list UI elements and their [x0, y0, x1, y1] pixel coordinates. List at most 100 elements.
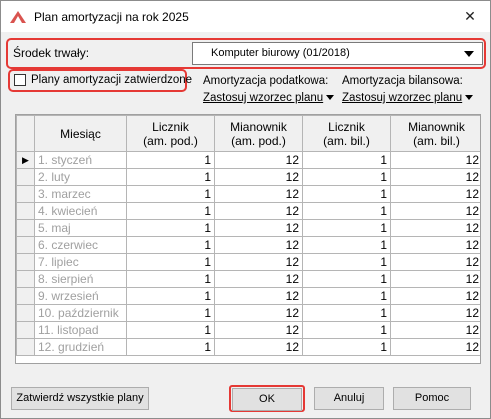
den-tax-cell[interactable]: 12 [214, 236, 303, 254]
den-bal-cell[interactable]: 12 [390, 287, 480, 305]
row-indicator [16, 304, 35, 322]
table-row[interactable]: 6. czerwiec 1 12 1 12 [16, 236, 480, 254]
plan-grid[interactable]: Miesiąc Licznik (am. pod.) Mianownik (am. … [15, 114, 481, 364]
den-bal-cell[interactable]: 12 [390, 270, 480, 288]
num-bal-cell[interactable]: 1 [302, 338, 391, 356]
month-cell[interactable]: 9. wrzesień [34, 287, 127, 305]
den-bal-cell[interactable]: 12 [390, 151, 480, 169]
window-title: Plan amortyzacji na rok 2025 [34, 10, 189, 24]
month-cell[interactable]: 4. kwiecień [34, 202, 127, 220]
balance-apply-template-link[interactable]: Zastosuj wzorzec planu [342, 92, 474, 104]
num-tax-cell[interactable]: 1 [126, 321, 215, 339]
num-tax-header[interactable]: Licznik (am. pod.) [126, 115, 215, 152]
tax-apply-template-link[interactable]: Zastosuj wzorzec planu [203, 92, 335, 104]
asset-select[interactable]: Komputer biurowy (01/2018) [192, 42, 483, 65]
den-bal-cell[interactable]: 12 [390, 304, 480, 322]
num-bal-cell[interactable]: 1 [302, 202, 391, 220]
month-header[interactable]: Miesiąc [34, 115, 127, 152]
ok-button[interactable]: OK [232, 388, 302, 411]
den-tax-header[interactable]: Mianownik (am. pod.) [214, 115, 303, 152]
num-tax-cell[interactable]: 1 [126, 219, 215, 237]
num-bal-cell[interactable]: 1 [302, 168, 391, 186]
num-bal-cell[interactable]: 1 [302, 253, 391, 271]
num-tax-cell[interactable]: 1 [126, 253, 215, 271]
cancel-button[interactable]: Anuluj [314, 387, 384, 410]
tax-amortization-label: Amortyzacja podatkowa: [203, 75, 329, 87]
den-tax-cell[interactable]: 12 [214, 270, 303, 288]
num-tax-cell[interactable]: 1 [126, 236, 215, 254]
den-tax-cell[interactable]: 12 [214, 338, 303, 356]
month-cell[interactable]: 12. grudzień [34, 338, 127, 356]
num-bal-cell[interactable]: 1 [302, 304, 391, 322]
den-bal-cell[interactable]: 12 [390, 219, 480, 237]
den-bal-cell[interactable]: 12 [390, 321, 480, 339]
num-bal-cell[interactable]: 1 [302, 219, 391, 237]
close-button[interactable]: ✕ [456, 3, 484, 29]
table-row[interactable]: 8. sierpień 1 12 1 12 [16, 270, 480, 288]
month-cell[interactable]: 11. listopad [34, 321, 127, 339]
table-row[interactable]: 3. marzec 1 12 1 12 [16, 185, 480, 203]
month-cell[interactable]: 3. marzec [34, 185, 127, 203]
den-tax-cell[interactable]: 12 [214, 321, 303, 339]
plan-table: Miesiąc Licznik (am. pod.) Mianownik (am. … [16, 115, 480, 356]
month-cell[interactable]: 6. czerwiec [34, 236, 127, 254]
month-cell[interactable]: 8. sierpień [34, 270, 127, 288]
num-tax-cell[interactable]: 1 [126, 304, 215, 322]
num-tax-cell[interactable]: 1 [126, 338, 215, 356]
row-indicator [16, 253, 35, 271]
den-tax-cell[interactable]: 12 [214, 253, 303, 271]
month-cell[interactable]: 7. lipiec [34, 253, 127, 271]
num-bal-cell[interactable]: 1 [302, 185, 391, 203]
table-row[interactable]: 12. grudzień 1 12 1 12 [16, 338, 480, 356]
den-bal-header[interactable]: Mianownik (am. bil.) [390, 115, 480, 152]
num-bal-cell[interactable]: 1 [302, 151, 391, 169]
month-cell[interactable]: 5. maj [34, 219, 127, 237]
table-row[interactable]: 5. maj 1 12 1 12 [16, 219, 480, 237]
month-cell[interactable]: 10. październik [34, 304, 127, 322]
tax-apply-template-text: Zastosuj wzorzec planu [203, 92, 324, 104]
row-indicator [16, 270, 35, 288]
table-row[interactable]: 11. listopad 1 12 1 12 [16, 321, 480, 339]
den-bal-cell[interactable]: 12 [390, 236, 480, 254]
den-tax-cell[interactable]: 12 [214, 219, 303, 237]
num-bal-cell[interactable]: 1 [302, 287, 391, 305]
approved-label[interactable]: Plany amortyzacji zatwierdzone [31, 74, 192, 86]
num-bal-cell[interactable]: 1 [302, 236, 391, 254]
den-bal-cell[interactable]: 12 [390, 202, 480, 220]
den-bal-cell[interactable]: 12 [390, 253, 480, 271]
month-cell[interactable]: 2. luty [34, 168, 127, 186]
table-row[interactable]: 10. październik 1 12 1 12 [16, 304, 480, 322]
den-tax-cell[interactable]: 12 [214, 168, 303, 186]
balance-amortization-label: Amortyzacja bilansowa: [342, 75, 463, 87]
den-bal-cell[interactable]: 12 [390, 338, 480, 356]
app-logo-icon [9, 9, 27, 25]
num-tax-cell[interactable]: 1 [126, 151, 215, 169]
num-bal-cell[interactable]: 1 [302, 270, 391, 288]
den-tax-cell[interactable]: 12 [214, 185, 303, 203]
den-bal-cell[interactable]: 12 [390, 185, 480, 203]
num-tax-cell[interactable]: 1 [126, 287, 215, 305]
den-tax-cell[interactable]: 12 [214, 304, 303, 322]
row-indicator: ▶ [16, 151, 35, 169]
table-row[interactable]: 9. wrzesień 1 12 1 12 [16, 287, 480, 305]
num-tax-cell[interactable]: 1 [126, 270, 215, 288]
approve-all-button[interactable]: Zatwierdź wszystkie plany [11, 387, 149, 410]
num-bal-header[interactable]: Licznik (am. bil.) [302, 115, 391, 152]
num-tax-cell[interactable]: 1 [126, 168, 215, 186]
approved-checkbox[interactable] [14, 74, 26, 86]
num-tax-cell[interactable]: 1 [126, 185, 215, 203]
table-row[interactable]: 4. kwiecień 1 12 1 12 [16, 202, 480, 220]
row-indicator [16, 321, 35, 339]
month-cell[interactable]: 1. styczeń [34, 151, 127, 169]
table-row[interactable]: 7. lipiec 1 12 1 12 [16, 253, 480, 271]
table-body: ▶ 1. styczeń 1 12 1 12 2. luty 1 12 1 12 3. marzec 1… [16, 151, 480, 356]
num-tax-cell[interactable]: 1 [126, 202, 215, 220]
den-bal-cell[interactable]: 12 [390, 168, 480, 186]
den-tax-cell[interactable]: 12 [214, 202, 303, 220]
help-button[interactable]: Pomoc [393, 387, 471, 410]
table-row[interactable]: 2. luty 1 12 1 12 [16, 168, 480, 186]
den-tax-cell[interactable]: 12 [214, 151, 303, 169]
table-row[interactable]: ▶ 1. styczeń 1 12 1 12 [16, 151, 480, 169]
num-bal-cell[interactable]: 1 [302, 321, 391, 339]
den-tax-cell[interactable]: 12 [214, 287, 303, 305]
